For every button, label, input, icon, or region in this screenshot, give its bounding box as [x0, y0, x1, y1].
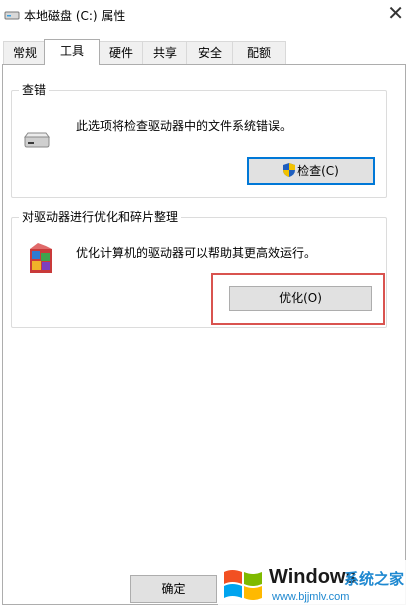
windows-logo-icon: [222, 564, 266, 607]
defrag-icon: [26, 243, 56, 280]
check-button[interactable]: 检查(C): [247, 157, 375, 185]
check-button-label: 检查(C): [297, 164, 339, 178]
tools-panel: 查错 此选项将检查驱动器中的文件系统错误。 检查(C) 对驱动器进行优化和碎片整…: [2, 64, 406, 605]
tab-quota[interactable]: 配额: [232, 41, 286, 64]
shield-icon: [283, 161, 296, 185]
watermark-url-text: www.bjjmlv.com: [272, 591, 350, 603]
tab-general[interactable]: 常规: [3, 41, 47, 64]
highlight-box: [211, 273, 385, 325]
title-bar: 本地磁盘 (C:) 属性 ✕: [0, 0, 410, 30]
error-check-description: 此选项将检查驱动器中的文件系统错误。: [76, 119, 293, 133]
tab-tools[interactable]: 工具: [44, 39, 100, 65]
error-check-group: 查错 此选项将检查驱动器中的文件系统错误。 检查(C): [11, 82, 387, 198]
watermark: Windows 系统之家 www.bjjmlv.com: [218, 560, 410, 609]
ok-button[interactable]: 确定: [130, 575, 217, 603]
drive-icon: [22, 131, 52, 152]
window-title: 本地磁盘 (C:) 属性: [24, 9, 126, 23]
tab-security[interactable]: 安全: [186, 41, 234, 64]
drive-icon: [4, 9, 20, 24]
watermark-brand-text: 系统之家: [344, 570, 405, 588]
error-check-group-label: 查错: [19, 82, 50, 98]
optimize-description: 优化计算机的驱动器可以帮助其更高效运行。: [76, 246, 317, 260]
tab-strip: 常规 工具 硬件 共享 安全 配额: [0, 39, 410, 65]
optimize-group-label: 对驱动器进行优化和碎片整理: [19, 209, 182, 225]
close-icon[interactable]: ✕: [387, 2, 404, 24]
tab-sharing[interactable]: 共享: [142, 41, 188, 64]
tab-hardware[interactable]: 硬件: [98, 41, 144, 64]
